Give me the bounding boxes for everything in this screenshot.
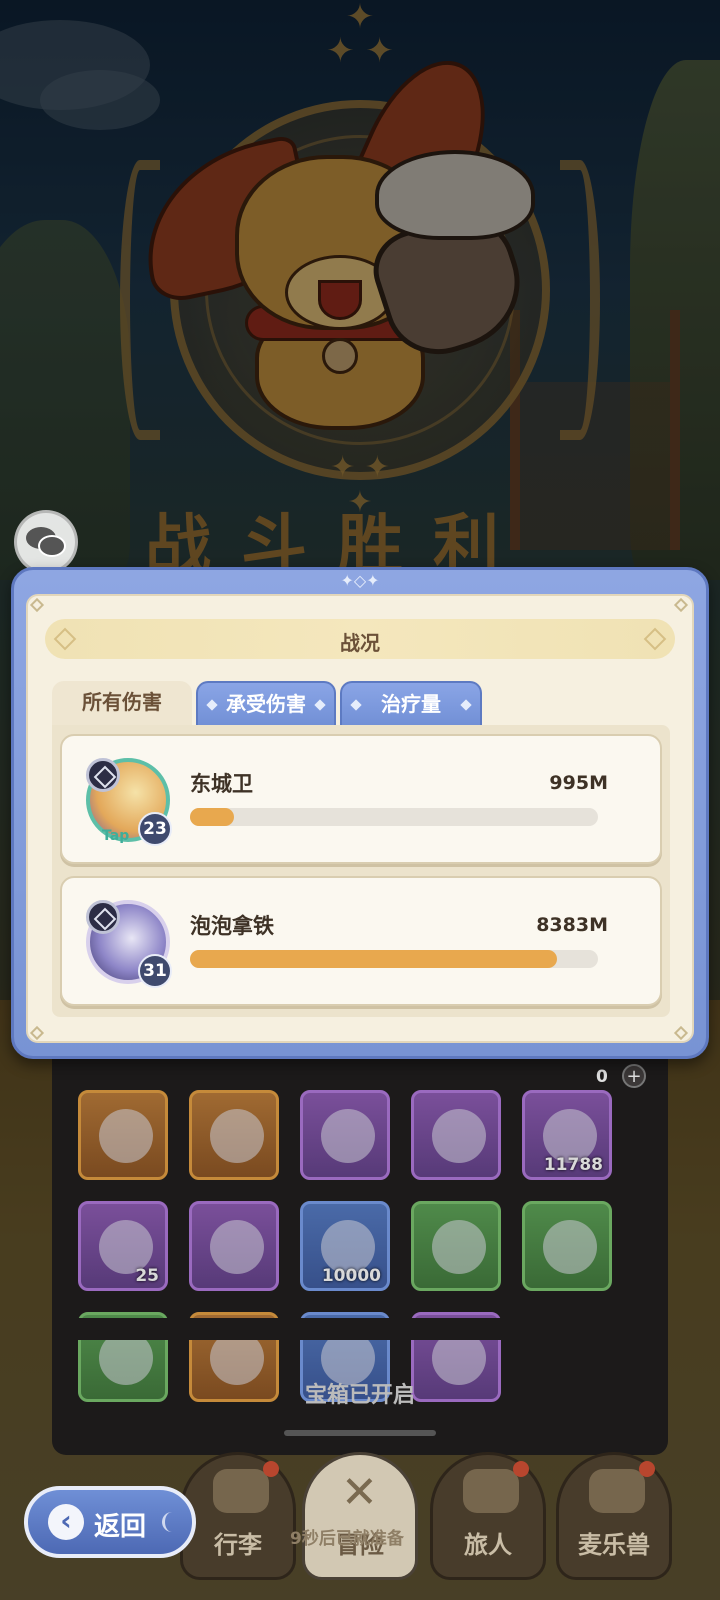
rank-emblem-icon <box>86 758 120 792</box>
reward-slot[interactable] <box>189 1201 279 1291</box>
tab-healing[interactable]: 治疗量 <box>340 681 482 725</box>
damage-bar-track <box>190 950 598 968</box>
tab-damage-taken[interactable]: 承受伤害 <box>196 681 336 725</box>
pet-icon <box>589 1469 645 1513</box>
add-currency-button[interactable]: + <box>622 1064 646 1088</box>
spear-icon <box>99 1109 153 1163</box>
reward-slot[interactable] <box>522 1201 612 1291</box>
tab-healing-label: 治疗量 <box>381 692 441 716</box>
armor-icon <box>210 1109 264 1163</box>
player-name: 泡泡拿铁 <box>190 914 274 938</box>
level-badge: 31 <box>138 954 172 988</box>
damage-row: Tap 23 东城卫 995M <box>60 734 662 864</box>
traveler-icon <box>463 1469 519 1513</box>
reward-quantity: 10000 <box>321 1266 381 1286</box>
level-badge: 23 <box>138 812 172 846</box>
reward-slot[interactable] <box>300 1090 390 1180</box>
damage-bar-track <box>190 808 598 826</box>
chest-status-divider <box>284 1430 436 1436</box>
rank-emblem-icon <box>86 900 120 934</box>
tab-all-damage[interactable]: 所有伤害 <box>52 681 192 725</box>
damage-bar-fill <box>190 808 234 826</box>
dialog-ornament-icon: ✦◇✦ <box>340 571 380 590</box>
reward-quantity: 11788 <box>543 1155 603 1175</box>
reward-slot[interactable] <box>411 1201 501 1291</box>
reward-slot[interactable]: 11788 <box>522 1090 612 1180</box>
notification-dot <box>513 1461 529 1477</box>
damage-value: 8383M <box>536 914 608 936</box>
nav-adventure-button[interactable]: ✕ 冒险 <box>302 1452 418 1580</box>
notification-dot <box>639 1461 655 1477</box>
back-arrow-icon: ‹ <box>48 1504 84 1540</box>
luggage-icon <box>213 1469 269 1513</box>
nav-pet-button[interactable]: 麦乐兽 <box>556 1452 672 1580</box>
nav-pet-label: 麦乐兽 <box>578 1531 650 1559</box>
nav-luggage-label: 行李 <box>214 1531 262 1559</box>
reward-slot[interactable]: 10000 <box>300 1201 390 1291</box>
reward-quantity: 25 <box>135 1266 159 1286</box>
damage-row: 31 泡泡拿铁 8383M <box>60 876 662 1006</box>
back-button[interactable]: ‹ 返回 <box>24 1486 196 1558</box>
reward-slot[interactable] <box>78 1090 168 1180</box>
helmet-icon <box>432 1220 486 1274</box>
crossed-swords-icon: ✕ <box>341 1467 378 1518</box>
avatar-caption: Tap <box>102 828 130 844</box>
bracer-icon <box>543 1220 597 1274</box>
currency-count: 0 <box>596 1067 608 1087</box>
player-name: 东城卫 <box>190 772 253 796</box>
dialog-title: 战况 <box>340 631 380 655</box>
chat-bubbles-icon <box>26 527 66 557</box>
reward-slot[interactable] <box>411 1090 501 1180</box>
reward-slot[interactable] <box>189 1090 279 1180</box>
nav-luggage-button[interactable]: 行李 <box>180 1452 296 1580</box>
ring-icon <box>210 1220 264 1274</box>
necklace-icon <box>321 1109 375 1163</box>
ring-icon <box>432 1109 486 1163</box>
nav-traveler-button[interactable]: 旅人 <box>430 1452 546 1580</box>
tab-damage-taken-label: 承受伤害 <box>226 692 306 716</box>
back-label: 返回 <box>94 1512 147 1542</box>
damage-bar-fill <box>190 950 558 968</box>
reward-slot[interactable]: 25 <box>78 1201 168 1291</box>
notification-dot <box>263 1461 279 1477</box>
chat-button[interactable] <box>14 510 78 574</box>
nav-traveler-label: 旅人 <box>464 1531 512 1559</box>
chest-opened-status: 宝箱已开启 <box>304 1383 415 1408</box>
damage-value: 995M <box>549 772 608 794</box>
countdown-text: 9秒后已就准备 <box>290 1529 404 1549</box>
dialog-title-bar: 战况 <box>45 619 675 659</box>
